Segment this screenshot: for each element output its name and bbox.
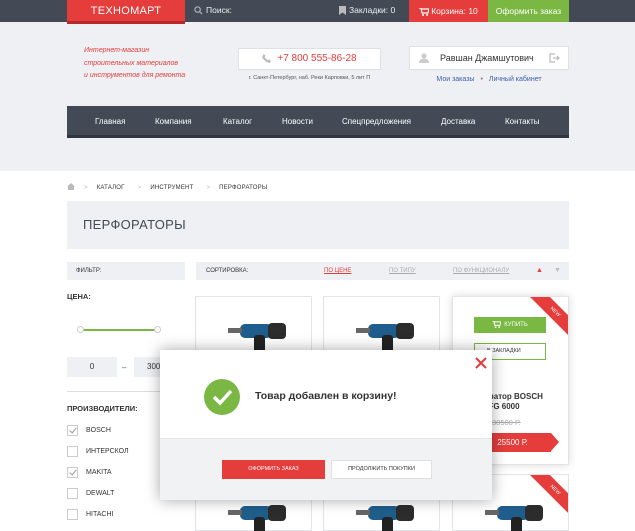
product-image[interactable] (228, 318, 290, 354)
nav-item-delivery[interactable]: Доставка (441, 106, 475, 137)
nav-item-home[interactable]: Главная (95, 106, 125, 137)
continue-shopping-button[interactable]: ПРОДОЛЖИТЬ ПОКУПКИ (331, 460, 432, 479)
breadcrumb-item: ПЕРФОРАТОРЫ (219, 185, 268, 191)
product-name[interactable]: оратор BOSCH 3FG 6000 (484, 392, 564, 412)
product-image[interactable] (356, 318, 418, 354)
old-price: 30500 Р. (492, 418, 521, 427)
main-nav: Главная Компания Каталог Новости Спецпре… (67, 106, 569, 138)
price-label: ЦЕНА: (67, 292, 91, 301)
manufacturers-label: ПРОИЗВОДИТЕЛИ: (67, 404, 138, 413)
bookmarks-link[interactable]: Закладки: 0 (339, 5, 396, 16)
search-icon (194, 6, 203, 15)
user-box[interactable]: Равшан Джамшутович (409, 46, 569, 70)
cart-icon (492, 320, 502, 328)
price-dash: – (122, 363, 127, 372)
checkbox-label: ИНТЕРСКОЛ (86, 448, 129, 455)
phone-box[interactable]: +7 800 555-86-28 (238, 48, 381, 70)
product-image[interactable] (356, 500, 418, 531)
buy-button[interactable]: КУПИТЬ (474, 317, 546, 333)
sort-by-type[interactable]: ПО ТИПУ (389, 262, 416, 280)
nav-item-contacts[interactable]: Контакты (505, 106, 540, 137)
nav-item-news[interactable]: Новости (282, 106, 313, 137)
page-title: ПЕРФОРАТОРЫ (83, 217, 186, 232)
checkbox[interactable] (67, 509, 78, 520)
cabinet-link[interactable]: Личный кабинет (489, 76, 542, 83)
user-icon (419, 53, 429, 63)
nav-item-company[interactable]: Компания (155, 106, 192, 137)
address: г. Санкт-Петербург, наб. Реки Карповки, … (248, 75, 371, 81)
nav-item-specials[interactable]: Спецпредложения (342, 106, 411, 137)
title-box: ПЕРФОРАТОРЫ (67, 201, 569, 249)
checkbox-label: HITACHI (86, 511, 114, 518)
product-name-line: оратор BOSCH (484, 392, 543, 401)
price-slider[interactable] (77, 326, 161, 333)
nav-item-catalog[interactable]: Каталог (223, 106, 252, 137)
checkbox[interactable] (67, 488, 78, 499)
checkbox-label: BOSCH (86, 427, 111, 434)
sort-asc-icon[interactable]: ▲ (536, 262, 543, 280)
breadcrumb-item[interactable]: ИНСТРУМЕНТ (150, 185, 193, 191)
slider-handle-min[interactable] (77, 326, 84, 333)
modal-footer (160, 439, 492, 500)
checkmark-icon (204, 379, 240, 415)
product-image[interactable] (228, 500, 290, 531)
checkout-button[interactable]: ОФОРМИТЬ ЗАКАЗ (222, 460, 325, 479)
breadcrumb-item[interactable]: КАТАЛОГ (97, 185, 125, 191)
bookmarks-label: Закладки: 0 (349, 5, 396, 15)
product-image[interactable] (485, 500, 547, 531)
product-name-line: 3FG 6000 (484, 402, 520, 411)
bookmark-icon (339, 6, 346, 16)
buy-label: КУПИТЬ (504, 322, 528, 328)
separator-dot: • (480, 76, 483, 83)
cart-icon (419, 7, 430, 16)
slider-handle-max[interactable] (154, 326, 161, 333)
sort-by-price[interactable]: ПО ЦЕНЕ (324, 262, 351, 280)
search-placeholder: Поиск: (206, 5, 232, 15)
logo[interactable]: ТЕХНОМАРТ (67, 0, 185, 24)
user-name: Равшан Джамшутович (440, 53, 534, 63)
filter-header: ФИЛЬТР: (67, 262, 185, 280)
phone-icon (262, 53, 272, 63)
breadcrumb-separator: > (84, 185, 88, 191)
search-field[interactable]: Поиск: (194, 5, 232, 15)
checkbox-checked[interactable] (67, 425, 78, 436)
modal-message: Товар добавлен в корзину! (255, 390, 397, 402)
added-to-cart-modal: Товар добавлен в корзину! ОФОРМИТЬ ЗАКАЗ… (160, 350, 492, 500)
breadcrumb: > КАТАЛОГ > ИНСТРУМЕНТ > ПЕРФОРАТОРЫ (67, 183, 271, 191)
sort-label: СОРТИРОВКА: (206, 268, 249, 274)
my-orders-link[interactable]: Мои заказы (436, 76, 474, 83)
tagline-line: и инструментов для ремонта (84, 72, 186, 79)
logout-icon[interactable] (549, 53, 560, 63)
close-icon[interactable] (475, 357, 487, 369)
home-icon[interactable] (67, 183, 75, 190)
price-min-input[interactable]: 0 (67, 357, 117, 377)
sort-desc-icon[interactable]: ▼ (554, 262, 561, 280)
checkbox-checked[interactable] (67, 467, 78, 478)
user-links: Мои заказы • Личный кабинет (409, 76, 569, 83)
breadcrumb-separator: > (137, 185, 142, 191)
sort-bar: СОРТИРОВКА: ПО ЦЕНЕ ПО ТИПУ ПО ФУНКЦИОНА… (196, 262, 569, 280)
tagline: Интернет-магазин строительных материалов… (84, 45, 185, 83)
tagline-line: строительных материалов (84, 59, 179, 67)
cart-label: Корзина: 10 (431, 6, 478, 16)
breadcrumb-separator: > (206, 185, 211, 191)
checkbox-label: DEWALT (86, 490, 115, 497)
tagline-line: Интернет-магазин (84, 47, 150, 54)
cart-button[interactable]: Корзина: 10 (409, 0, 488, 22)
checkbox[interactable] (67, 446, 78, 457)
sort-by-function[interactable]: ПО ФУНКЦИОНАЛУ (453, 262, 509, 280)
checkbox-label: MAKITA (86, 469, 112, 476)
checkout-button[interactable]: Оформить заказ (488, 0, 569, 22)
phone-number: +7 800 555-86-28 (277, 53, 357, 64)
